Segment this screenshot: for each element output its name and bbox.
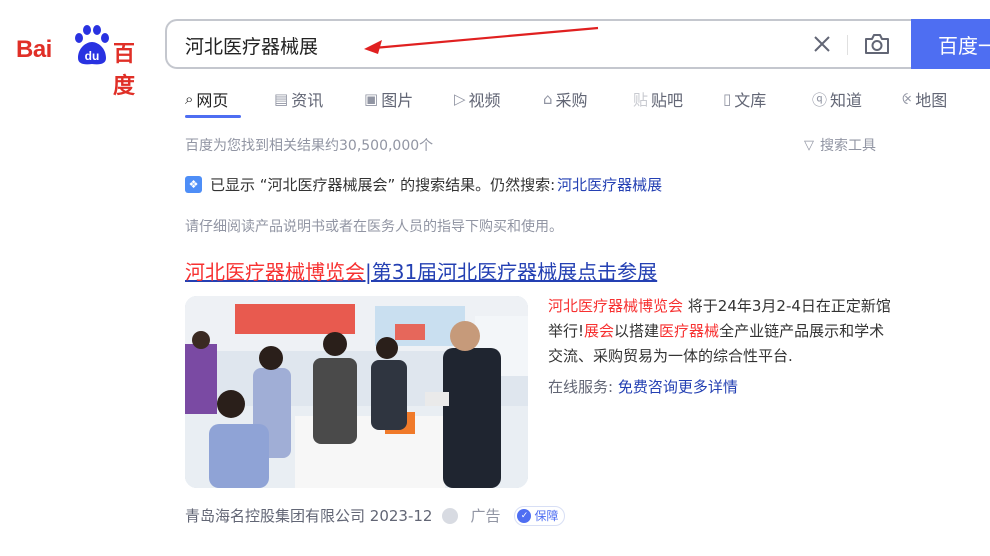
search-tools-label: 搜索工具 bbox=[820, 138, 876, 154]
news-icon: ▤ bbox=[274, 90, 289, 108]
guarantee-badge[interactable]: ✓ 保障 bbox=[514, 505, 566, 526]
title-highlight: 河北医疗器械博览会 bbox=[185, 260, 365, 284]
purchase-icon: ⌂ bbox=[543, 90, 553, 108]
snippet-text: 以搭建 bbox=[614, 322, 660, 340]
tab-label: 资讯 bbox=[291, 91, 324, 110]
filter-icon: ▽ bbox=[804, 137, 814, 153]
tab-images[interactable]: ▣ 图片 bbox=[364, 84, 413, 114]
search-icon: ⌕ bbox=[185, 90, 194, 108]
search-tools-button[interactable]: ▽ 搜索工具 bbox=[804, 135, 876, 155]
spelling-notice: ❖ 已显示 “河北医疗器械展会” 的搜索结果。仍然搜索: 河北医疗器械展 bbox=[185, 174, 662, 195]
original-query-link[interactable]: 河北医疗器械展 bbox=[557, 174, 662, 195]
wenku-icon: ▯ bbox=[723, 90, 732, 108]
snippet-highlight: 展会 bbox=[584, 322, 615, 340]
tab-zhidao[interactable]: ⓠ 知道 bbox=[812, 84, 862, 114]
result-snippet: 河北医疗器械博览会 将于24年3月2-4日在正定新馆举行!展会以搭建医疗器械全产… bbox=[548, 294, 893, 369]
logo-du: du bbox=[85, 49, 100, 63]
ad-label: 广告 bbox=[470, 507, 501, 525]
camera-icon[interactable] bbox=[863, 31, 891, 57]
map-icon: ⨴ bbox=[902, 90, 913, 108]
result-title-link[interactable]: 河北医疗器械博览会|第31届河北医疗器械展点击参展 bbox=[185, 256, 657, 285]
logo-cn: 百度 bbox=[113, 42, 135, 99]
tab-news[interactable]: ▤ 资讯 bbox=[274, 84, 323, 114]
tab-label: 知道 bbox=[830, 91, 863, 110]
tab-label: 贴吧 bbox=[651, 91, 684, 110]
tab-purchase[interactable]: ⌂ 采购 bbox=[543, 84, 588, 114]
company-name: 青岛海名控股集团有限公司 2023-12 bbox=[185, 507, 433, 525]
consult-link[interactable]: 免费咨询更多详情 bbox=[618, 378, 738, 396]
result-count: 百度为您找到相关结果约30,500,000个 bbox=[185, 138, 434, 154]
snippet-highlight: 河北医疗器械博览会 bbox=[548, 297, 684, 315]
notice-text: 已显示 “河北医疗器械展会” 的搜索结果。仍然搜索: bbox=[210, 176, 556, 194]
medical-disclaimer: 请仔细阅读产品说明书或者在医务人员的指导下购买和使用。 bbox=[185, 219, 563, 235]
image-icon: ▣ bbox=[364, 90, 379, 108]
video-icon: ▷ bbox=[454, 90, 466, 108]
tab-map[interactable]: ⨴ 地图 bbox=[902, 84, 947, 114]
exhibition-photo bbox=[185, 296, 528, 488]
tab-label: 网页 bbox=[196, 91, 229, 110]
title-rest: |第31届河北医疗器械展点击参展 bbox=[365, 260, 658, 284]
result-source: 青岛海名控股集团有限公司 2023-12 广告 ✓ 保障 bbox=[185, 505, 566, 526]
paw-icon: du bbox=[75, 25, 109, 65]
tab-label: 图片 bbox=[381, 91, 414, 110]
question-icon: ⓠ bbox=[812, 90, 828, 109]
info-icon[interactable] bbox=[442, 507, 459, 524]
snippet-highlight: 医疗器械 bbox=[659, 322, 720, 340]
tieba-icon: 贴 bbox=[633, 90, 649, 109]
tab-web[interactable]: ⌕ 网页 bbox=[185, 84, 228, 114]
tab-label: 采购 bbox=[555, 91, 588, 110]
service-label: 在线服务: bbox=[548, 378, 618, 396]
search-divider bbox=[847, 35, 848, 55]
tab-label: 视频 bbox=[468, 91, 501, 110]
search-box bbox=[165, 19, 913, 69]
paw-badge-icon: ❖ bbox=[185, 176, 202, 193]
search-button[interactable]: 百度一下 bbox=[911, 19, 990, 69]
logo-bai: Bai bbox=[16, 36, 52, 63]
tab-video[interactable]: ▷ 视频 bbox=[454, 84, 501, 114]
online-service: 在线服务: 免费咨询更多详情 bbox=[548, 376, 738, 397]
clear-icon[interactable] bbox=[810, 32, 834, 56]
result-thumbnail[interactable] bbox=[185, 296, 528, 488]
check-shield-icon: ✓ bbox=[517, 508, 532, 523]
tab-label: 地图 bbox=[915, 91, 948, 110]
badge-label: 保障 bbox=[534, 509, 559, 523]
active-tab-indicator bbox=[185, 115, 241, 118]
search-input[interactable] bbox=[185, 33, 745, 57]
tab-label: 文库 bbox=[734, 91, 767, 110]
tab-wenku[interactable]: ▯ 文库 bbox=[723, 84, 766, 114]
tab-tieba[interactable]: 贴 贴吧 bbox=[633, 84, 683, 114]
baidu-logo[interactable]: Bai du 百度 bbox=[14, 22, 149, 99]
